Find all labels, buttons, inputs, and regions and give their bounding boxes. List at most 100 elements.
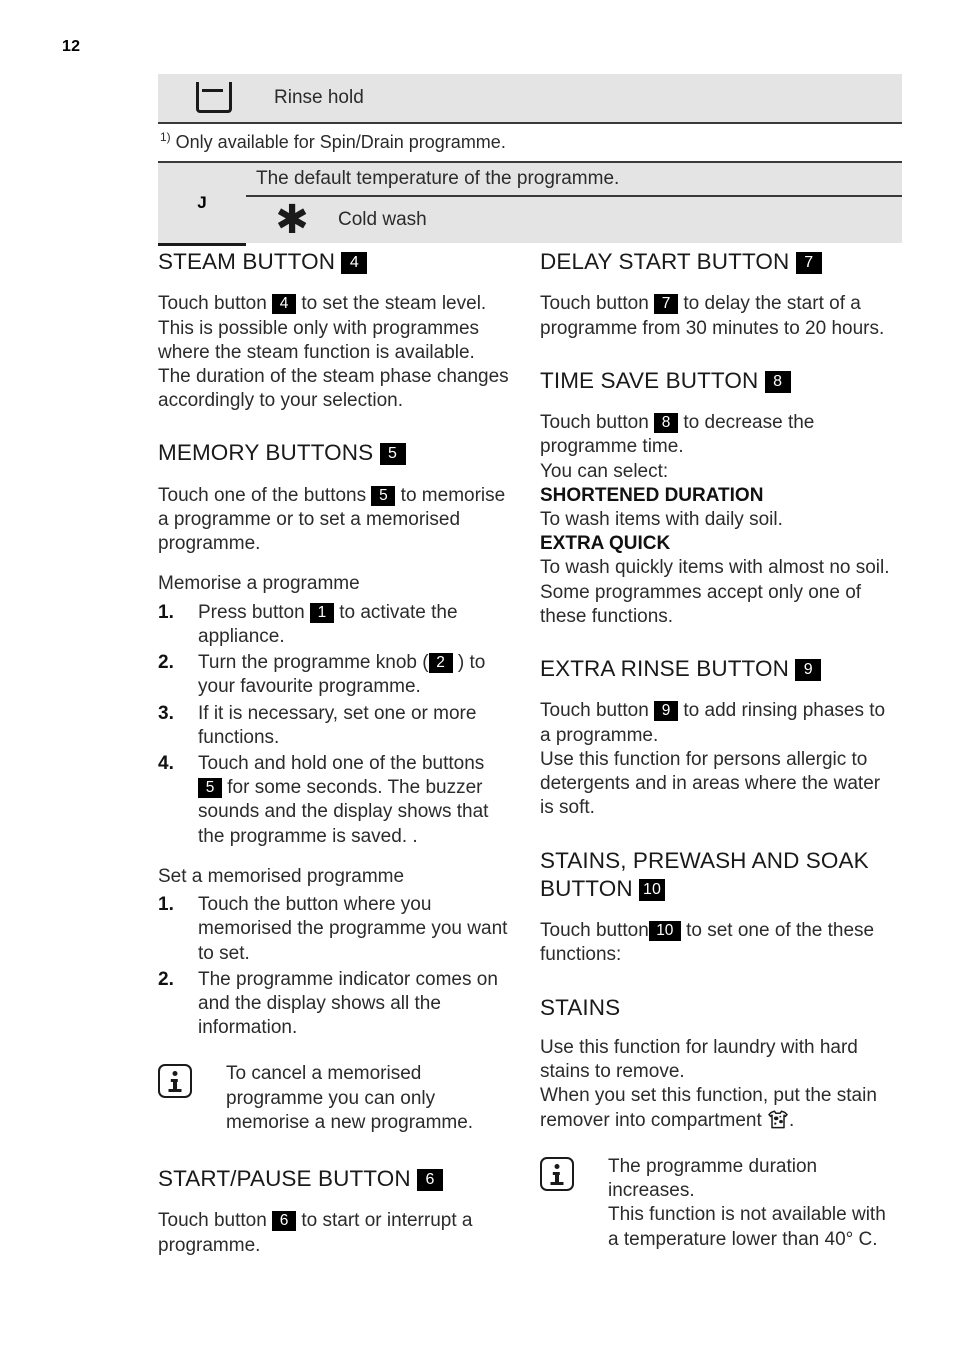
heading-memory-buttons-text: MEMORY BUTTONS — [158, 440, 374, 466]
badge-9-inline: 9 — [654, 701, 679, 722]
list-item: 4. Touch and hold one of the buttons 5 f… — [158, 752, 510, 849]
table-letter-j: J — [197, 192, 207, 212]
rinse-hold-label: Rinse hold — [274, 87, 364, 108]
tables-block: Rinse hold 1) Only available for Spin/Dr… — [158, 74, 902, 246]
heading-stains-prewash-line2: BUTTON — [540, 875, 633, 901]
cold-wash-icon-cell: ✱ — [246, 196, 338, 243]
step-text-a: The programme indicator comes on and the… — [198, 968, 498, 1039]
page-number: 12 — [62, 38, 81, 55]
badge-5-step: 5 — [198, 778, 222, 799]
note-stains: The programme duration increases. This fu… — [540, 1155, 892, 1252]
option-shortened-duration-desc: To wash items with daily soil. — [540, 509, 783, 530]
table-row-rinse-hold: Rinse hold — [158, 74, 902, 124]
subhead-set-memorised-programme: Set a memorised programme — [158, 865, 405, 887]
heading-time-save-text: TIME SAVE BUTTON — [540, 367, 759, 393]
note-stains-text: The programme duration increases. This fu… — [608, 1155, 886, 1250]
extra-rinse-paragraph: Touch button 9 to add rinsing phases to … — [540, 699, 892, 747]
step-number: 2. — [158, 968, 174, 990]
footnote-marker: 1) — [160, 130, 171, 144]
list-item: 2. Turn the programme knob (2 ) to your … — [158, 651, 510, 699]
time-save-p1-a: Touch button — [540, 412, 649, 434]
heading-delay-start-button: DELAY START BUTTON 7 — [540, 248, 892, 276]
document-page: 12 Rinse hold 1) Only available for Spin… — [0, 0, 954, 1352]
default-temperature-row: The default temperature of the programme… — [246, 163, 902, 197]
badge-2: 2 — [428, 653, 453, 674]
memorise-steps-list: 1. Press button 1 to activate the applia… — [158, 601, 510, 849]
steam-paragraph: Touch button 4 to set the steam level. T… — [158, 292, 510, 413]
list-item: 1. Press button 1 to activate the applia… — [158, 601, 510, 649]
heading-stains-prewash-line1: STAINS, PREWASH AND SOAK — [540, 847, 869, 873]
heading-start-pause-button: START/PAUSE BUTTON 6 — [158, 1165, 510, 1193]
badge-6: 6 — [417, 1169, 444, 1192]
info-icon — [540, 1156, 574, 1191]
stains-prewash-paragraph: Touch button 10 to set one of the these f… — [540, 919, 892, 967]
heading-steam-button: STEAM BUTTON 4 — [158, 248, 510, 276]
note-icon-wrap — [540, 1155, 608, 1191]
heading-start-pause-text: START/PAUSE BUTTON — [158, 1166, 411, 1192]
stains-p2-b: . — [789, 1109, 795, 1131]
footnote-text: Only available for Spin/Drain programme. — [170, 132, 506, 152]
right-column: DELAY START BUTTON 7 Touch button 7 to d… — [540, 248, 892, 1252]
table-bottom-rule — [158, 242, 246, 246]
option-shortened-duration-title: SHORTENED DURATION — [540, 484, 764, 506]
delay-start-p1-a: Touch button — [540, 293, 649, 315]
option-extra-quick-desc: To wash quickly items with almost no soi… — [540, 557, 890, 579]
badge-1: 1 — [309, 602, 334, 623]
rinse-hold-tub-icon — [196, 82, 232, 114]
step-text-a: Turn the programme knob ( — [198, 652, 429, 674]
step-text-a: Press button — [198, 601, 305, 623]
heading-memory-buttons: MEMORY BUTTONS 5 — [158, 439, 510, 467]
list-item: 1. Touch the button where you memorised … — [158, 893, 510, 966]
stains-prewash-p1-a: Touch button — [540, 920, 649, 942]
badge-7-inline: 7 — [654, 294, 679, 315]
start-pause-paragraph: Touch button 6 to start or interrupt a p… — [158, 1209, 510, 1257]
time-save-paragraph: Touch button 8 to decrease the programme… — [540, 411, 892, 459]
list-item: 3. If it is necessary, set one or more f… — [158, 702, 510, 750]
set-memorised-steps-list: 1. Touch the button where you memorised … — [158, 893, 510, 1040]
table-temperature-rows: The default temperature of the programme… — [246, 163, 902, 243]
rinse-hold-icon-cell — [158, 82, 268, 114]
stains-p2-a: When you set this function, put the stai… — [540, 1085, 877, 1131]
heading-extra-rinse-text: EXTRA RINSE BUTTON — [540, 656, 789, 682]
cold-wash-asterisk-icon: ✱ — [275, 196, 309, 243]
note-memory: To cancel a memorised programme you can … — [158, 1062, 510, 1135]
step-number: 3. — [158, 702, 174, 724]
delay-start-paragraph: Touch button 7 to delay the start of a p… — [540, 292, 892, 340]
badge-5-inline: 5 — [371, 485, 396, 506]
step-number: 1. — [158, 894, 174, 916]
step-text-b: for some seconds. The buzzer sounds and … — [198, 777, 489, 847]
step-text-a: Touch and hold one of the buttons — [198, 752, 485, 774]
stains-paragraph-2: When you set this function, put the stai… — [540, 1084, 892, 1132]
subhead-memorise-programme: Memorise a programme — [158, 573, 360, 595]
steam-p1-a: Touch button — [158, 293, 267, 315]
start-pause-p1-a: Touch button — [158, 1210, 267, 1232]
list-item: 2. The programme indicator comes on and … — [158, 968, 510, 1041]
note-memory-text: To cancel a memorised programme you can … — [226, 1063, 474, 1133]
time-save-select-line: You can select: — [540, 460, 669, 482]
badge-8-inline: 8 — [654, 413, 679, 434]
badge-4: 4 — [341, 252, 368, 274]
stained-shirt-icon — [768, 1110, 788, 1129]
stains-paragraph-1: Use this function for laundry with hard … — [540, 1037, 858, 1083]
time-save-closing: Some programmes accept only one of these… — [540, 581, 862, 627]
option-extra-quick-title: EXTRA QUICK — [540, 533, 671, 555]
badge-6-inline: 6 — [272, 1211, 297, 1232]
memory-p1-a: Touch one of the buttons — [158, 484, 367, 506]
extra-rinse-p1-a: Touch button — [540, 700, 649, 722]
badge-7: 7 — [795, 252, 822, 274]
heading-stains: STAINS — [540, 994, 621, 1020]
step-number: 1. — [158, 601, 174, 623]
footnote: 1) Only available for Spin/Drain program… — [158, 124, 902, 163]
note-icon-wrap — [158, 1062, 226, 1099]
badge-4-inline: 4 — [272, 294, 297, 315]
heading-delay-start-text: DELAY START BUTTON — [540, 249, 790, 274]
extra-rinse-paragraph-2: Use this function for persons allergic t… — [540, 748, 881, 819]
heading-extra-rinse-button: EXTRA RINSE BUTTON 9 — [540, 655, 892, 683]
table-temperature: J The default temperature of the program… — [158, 162, 902, 243]
step-text-a: If it is necessary, set one or more func… — [198, 702, 477, 748]
